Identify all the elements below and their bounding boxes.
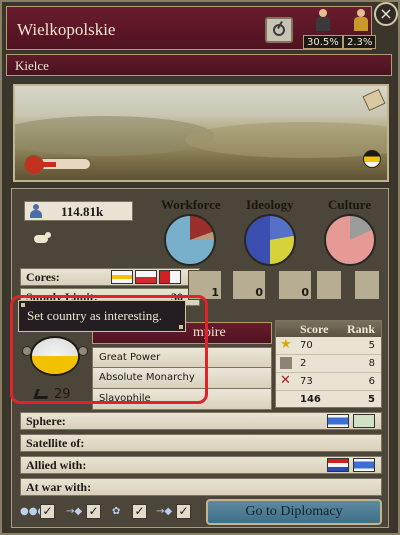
star-icon: ★ <box>280 337 292 352</box>
controller-flag-icon[interactable] <box>363 150 381 168</box>
target-icon <box>273 24 285 36</box>
crime-thermometer-icon <box>24 155 91 175</box>
workforce-pie[interactable] <box>164 214 216 266</box>
highlight-ring <box>10 295 208 404</box>
trade-filter-icon: →◆ <box>156 506 173 517</box>
trade-checkbox[interactable]: ✓ <box>176 504 191 519</box>
clergy-percent: 2.3% <box>343 35 377 49</box>
state-name: Kielce <box>15 58 49 73</box>
building-plus-button[interactable] <box>354 270 380 300</box>
cores-label: Cores: <box>26 270 60 284</box>
culture-pie[interactable] <box>324 214 376 266</box>
ally-flag-1[interactable] <box>327 458 349 472</box>
close-button[interactable]: × <box>374 2 398 26</box>
movement-checkbox[interactable]: ✓ <box>86 504 101 519</box>
railroad-building[interactable]: 0 <box>278 270 312 300</box>
war-label: At war with: <box>26 480 92 494</box>
movement-filter-icon: →◆ <box>66 506 83 517</box>
population-value: 114.81k <box>61 204 104 219</box>
ideology-pie[interactable] <box>244 214 296 266</box>
sphere-label: Sphere: <box>26 414 66 428</box>
war-row: At war with: <box>20 478 382 496</box>
culture-label: Culture <box>328 197 372 212</box>
population-icon <box>30 204 42 218</box>
population-box: 114.81k <box>24 201 133 221</box>
military-row: ✕ 73 6 <box>276 373 381 391</box>
capitalist-percent: 30.5% <box>303 35 343 49</box>
province-window: Wielkopolskie 30.5% 2.3% × Kielce 114.81… <box>0 0 400 535</box>
core-flag-2[interactable] <box>135 270 157 284</box>
satellite-row: Satellite of: <box>20 434 382 452</box>
terrain-image <box>13 84 389 182</box>
state-bar: Kielce <box>6 54 392 76</box>
province-title: Wielkopolskie <box>17 20 116 39</box>
allied-label: Allied with: <box>26 458 87 472</box>
factory-plus-button[interactable] <box>316 270 342 300</box>
swords-icon: ✕ <box>280 373 291 388</box>
score-header: Score <box>300 322 329 336</box>
allied-row: Allied with: <box>20 456 382 474</box>
clergy-icon <box>351 9 371 31</box>
go-to-diplomacy-button[interactable]: Go to Diplomacy <box>206 499 382 525</box>
ally-flag-2[interactable] <box>353 458 375 472</box>
ideology-label: Ideology <box>246 197 294 212</box>
industry-icon <box>280 357 292 369</box>
score-table: Score Rank ★ 70 5 28 ✕ 73 6 146 5 <box>275 320 382 408</box>
workforce-label: Workforce <box>161 197 221 212</box>
livestock-rgo-icon[interactable] <box>34 232 52 246</box>
satellite-label: Satellite of: <box>26 436 85 450</box>
sphere-row: Sphere: <box>20 412 382 430</box>
title-bar: Wielkopolskie 30.5% 2.3% <box>6 6 377 50</box>
terrain-info-icon[interactable] <box>362 88 386 112</box>
sphere-flag-1[interactable] <box>327 414 349 428</box>
industry-row: 28 <box>276 355 381 373</box>
prestige-row: ★ 70 5 <box>276 337 381 355</box>
units-checkbox[interactable]: ✓ <box>132 504 147 519</box>
core-flag-3[interactable] <box>159 270 181 284</box>
sphere-flag-2[interactable] <box>353 414 375 428</box>
rank-header: Rank <box>346 322 375 336</box>
cores-row: Cores: <box>20 268 200 286</box>
total-row: 146 5 <box>300 394 375 405</box>
set-target-button[interactable] <box>265 17 293 43</box>
pops-filter-icon: ●●● <box>20 506 47 517</box>
units-filter-icon: ✿ <box>112 506 121 517</box>
naval-base-building[interactable]: 0 <box>232 270 266 300</box>
capitalist-icon <box>313 9 333 31</box>
core-flag-1[interactable] <box>111 270 133 284</box>
pops-checkbox[interactable]: ✓ <box>40 504 55 519</box>
